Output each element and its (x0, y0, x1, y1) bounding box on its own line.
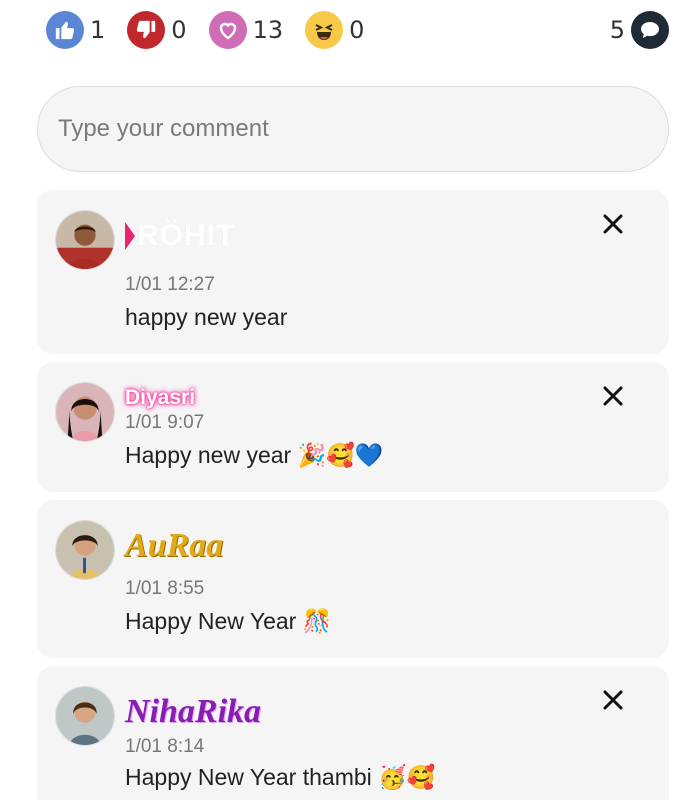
comment-card: Diyasri 1/01 9:07 Happy new year 🎉🥰💙 (37, 362, 669, 492)
dislike-reaction[interactable]: 0 (127, 11, 187, 49)
comment-text: Happy New Year 🎊 (125, 608, 332, 634)
like-count: 1 (90, 16, 106, 44)
laugh-reaction[interactable]: 0 (305, 11, 364, 49)
laugh-count: 0 (349, 16, 365, 44)
reaction-bar: 1 0 13 0 5 (46, 10, 669, 50)
heart-icon (208, 11, 247, 49)
thumbs-up-icon (46, 11, 84, 49)
close-icon[interactable] (601, 688, 625, 712)
close-icon[interactable] (601, 212, 625, 236)
comment-time: 1/01 9:07 (125, 412, 205, 433)
comment-card: NihaRika 1/01 8:14 Happy New Year thambi… (37, 666, 669, 800)
love-reaction[interactable]: 13 (208, 11, 284, 49)
comment-time: 1/01 8:55 (125, 578, 205, 599)
comment-author[interactable]: RÖHIT (125, 214, 235, 258)
avatar[interactable] (55, 382, 115, 442)
name-badge-marker (125, 222, 135, 250)
dislike-count: 0 (171, 16, 187, 44)
laughing-face-icon (305, 11, 344, 49)
avatar[interactable] (55, 686, 115, 746)
comments-count-button[interactable]: 5 (610, 11, 669, 49)
comment-card: AuRaa 1/01 8:55 Happy New Year 🎊 (37, 500, 669, 658)
comment-input-container (37, 86, 669, 172)
avatar[interactable] (55, 210, 115, 270)
close-icon[interactable] (601, 384, 625, 408)
comment-text: happy new year (125, 304, 288, 330)
comments-count: 5 (609, 16, 625, 44)
comment-author[interactable]: AuRaa (125, 524, 223, 568)
like-reaction[interactable]: 1 (46, 11, 105, 49)
comment-input[interactable] (37, 86, 669, 172)
comment-time: 1/01 8:14 (125, 736, 205, 757)
love-count: 13 (252, 16, 284, 44)
comment-bubble-icon (631, 11, 669, 49)
comment-card: RÖHIT 1/01 12:27 happy new year (37, 190, 669, 354)
comment-author[interactable]: Diyasri (125, 380, 195, 416)
comment-text: Happy new year 🎉🥰💙 (125, 442, 384, 468)
comment-time: 1/01 12:27 (125, 274, 215, 295)
comment-author[interactable]: NihaRika (125, 690, 261, 734)
avatar[interactable] (55, 520, 115, 580)
thumbs-down-icon (127, 11, 166, 49)
comment-text: Happy New Year thambi 🥳🥰 (125, 764, 436, 790)
